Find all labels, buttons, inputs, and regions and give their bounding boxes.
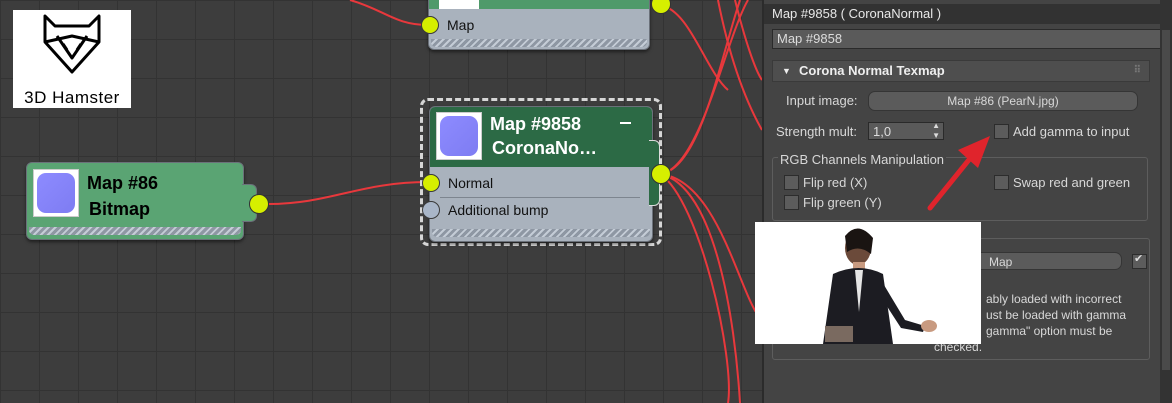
lower-map-button[interactable]: Map <box>968 252 1122 270</box>
node-bitmap[interactable]: Map #86 Bitmap <box>26 162 276 244</box>
bitmap-output-socket[interactable] <box>249 194 269 214</box>
confused-travolta-image <box>755 222 981 344</box>
minimize-icon[interactable] <box>620 122 631 124</box>
corona-normal-rollout-header[interactable]: ▼ Corona Normal Texmap ⠿ <box>772 60 1150 82</box>
corona-output-socket[interactable] <box>651 164 671 184</box>
rollout-grip-icon: ⠿ <box>1133 65 1141 76</box>
corona-title-line2: CoronaNo… <box>492 138 597 158</box>
wire-out-3 <box>659 173 762 321</box>
wire-top-to-map <box>349 0 429 26</box>
checkmark-icon: ✔ <box>1134 253 1144 265</box>
wire-out-2 <box>659 0 749 175</box>
bitmap-thumbnail <box>33 169 79 217</box>
map-name-value: Map #9858 <box>777 31 843 46</box>
add-gamma-checkbox[interactable] <box>994 124 1009 139</box>
bitmap-title-line2: Bitmap <box>89 199 151 219</box>
collapse-arrow-icon: ▼ <box>782 66 791 76</box>
corona-thumbnail <box>436 112 482 160</box>
lower-map-label: Map <box>989 255 1013 269</box>
logo-text: 3D Hamster <box>24 88 120 107</box>
node-top-partial[interactable]: Map <box>421 0 671 60</box>
strength-mult-label: Strength mult: <box>776 124 857 139</box>
additional-bump-input-socket[interactable] <box>422 201 440 219</box>
add-gamma-label: Add gamma to input <box>1013 124 1130 139</box>
wire-bitmap-to-normal <box>267 181 429 205</box>
node-editor-canvas[interactable]: 3D Hamster Map Map #86 Bitmap Map #9858 <box>0 0 762 403</box>
flip-green-label: Flip green (Y) <box>803 195 882 210</box>
node-corona-normal[interactable]: Map #9858 CoronaNo… Normal Additional bu… <box>420 98 672 250</box>
wire-right-2 <box>734 0 762 81</box>
strength-mult-spinner[interactable]: 1,0 ▲ ▼ <box>868 121 944 141</box>
map-input-socket[interactable] <box>421 16 439 34</box>
3d-hamster-logo: 3D Hamster <box>13 10 131 108</box>
normal-row-label: Normal <box>448 175 494 191</box>
rgb-group-title: RGB Channels Manipulation <box>778 152 947 167</box>
flip-green-checkbox[interactable] <box>784 195 799 210</box>
bitmap-title-line1: Map #86 <box>87 173 159 193</box>
swap-red-green-checkbox[interactable] <box>994 175 1009 190</box>
panel-scrollbar[interactable] <box>1160 0 1172 403</box>
note-line-2: ust be loaded with gamma <box>986 308 1127 322</box>
spinner-arrows-icon[interactable]: ▲ ▼ <box>932 121 940 141</box>
flip-red-label: Flip red (X) <box>803 175 868 190</box>
note-line-3: gamma" option must be <box>986 324 1113 338</box>
wire-out-1 <box>659 0 741 175</box>
strength-mult-value: 1,0 <box>873 124 892 139</box>
map-row-label: Map <box>447 17 475 33</box>
swap-red-green-label: Swap red and green <box>1013 175 1131 190</box>
panel-title: Map #9858 ( CoronaNormal ) <box>764 4 1160 24</box>
corona-title-line1: Map #9858 <box>490 114 582 134</box>
map-name-field[interactable]: Map #9858 <box>772 29 1164 49</box>
additional-bump-row-label: Additional bump <box>448 202 549 218</box>
rollout-title: Corona Normal Texmap <box>799 63 945 78</box>
hamster-logo-icon <box>43 14 101 74</box>
normal-input-socket[interactable] <box>422 174 440 192</box>
note-line-1: ably loaded with incorrect <box>986 292 1122 306</box>
flip-red-checkbox[interactable] <box>784 175 799 190</box>
input-image-button[interactable]: Map #86 (PearN.jpg) <box>868 91 1138 111</box>
lower-map-enable-checkbox[interactable]: ✔ <box>1132 253 1147 269</box>
input-image-label: Input image: <box>786 93 858 108</box>
